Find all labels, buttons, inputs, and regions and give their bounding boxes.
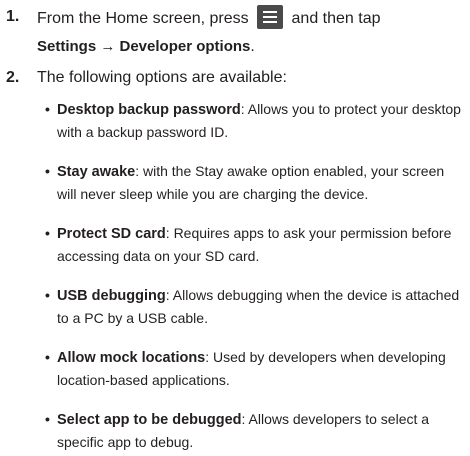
option-term: Allow mock locations [57,350,206,366]
bullet: • [45,225,50,241]
step-1-path-line: Settings → Developer options. [37,37,464,57]
instruction-document: 1. From the Home screen, press and then … [0,0,470,456]
option-allow-mock-locations: • Allow mock locations: Used by develope… [37,346,464,391]
step-2-number: 2. [6,69,20,86]
option-select-app-to-be-debugged: • Select app to be debugged: Allows deve… [37,408,464,453]
step-1-text: From the Home screen, press and then tap [37,5,464,31]
step-1-settings-path: Settings → Developer options [37,38,251,55]
option-protect-sd-card: • Protect SD card: Requires apps to ask … [37,222,464,267]
option-term: Desktop backup password [57,102,241,118]
bullet: • [45,101,50,117]
bullet: • [45,349,50,365]
option-term: USB debugging [57,288,166,304]
option-usb-debugging: • USB debugging: Allows debugging when t… [37,284,464,329]
bullet: • [45,163,50,179]
step-1-path-end: . [250,38,255,55]
bullet: • [45,411,50,427]
step-2-text: The following options are available: [37,69,287,86]
bullet: • [45,287,50,303]
option-term: Select app to be debugged [57,412,242,428]
step-1-text-before-icon: From the Home screen, press [37,10,249,28]
step-1-number: 1. [6,8,20,25]
menu-key-icon [257,5,284,29]
option-stay-awake: • Stay awake: with the Stay awake option… [37,160,464,205]
option-term: Protect SD card [57,226,166,242]
step-1-text-after-icon: and then tap [291,10,381,28]
option-desktop-backup-password: • Desktop backup password: Allows you to… [37,98,464,143]
option-term: Stay awake [57,164,136,180]
